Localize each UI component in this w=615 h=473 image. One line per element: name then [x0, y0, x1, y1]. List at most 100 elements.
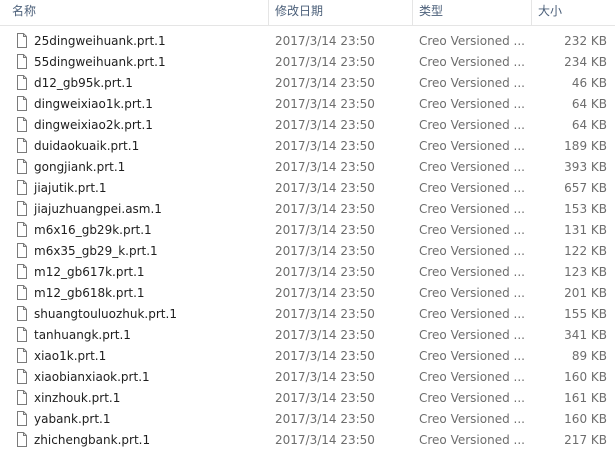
file-name: gongjiank.prt.1: [34, 160, 126, 174]
file-modified-date: 2017/3/14 23:50: [275, 76, 375, 90]
file-modified-date: 2017/3/14 23:50: [275, 97, 375, 111]
file-modified-date: 2017/3/14 23:50: [275, 160, 375, 174]
column-header-type[interactable]: 类型: [419, 0, 524, 25]
file-size: 64 KB: [571, 97, 607, 111]
file-size: 155 KB: [564, 307, 607, 321]
file-type: Creo Versioned ...: [419, 160, 525, 174]
file-modified-date: 2017/3/14 23:50: [275, 286, 375, 300]
file-row[interactable]: xiao1k.prt.1 2017/3/14 23:50 Creo Versione…: [0, 346, 615, 367]
file-row[interactable]: gongjiank.prt.1 2017/3/14 23:50 Creo Versi…: [0, 157, 615, 178]
file-row[interactable]: tanhuangk.prt.1 2017/3/14 23:50 Creo Versi…: [0, 325, 615, 346]
file-icon: [17, 54, 27, 69]
file-row[interactable]: xiaobianxiaok.prt.1 2017/3/14 23:50 Creo V…: [0, 367, 615, 388]
file-modified-date: 2017/3/14 23:50: [275, 244, 375, 258]
file-row[interactable]: dingweixiao2k.prt.1 2017/3/14 23:50 Creo V…: [0, 115, 615, 136]
file-row[interactable]: shuangtouluozhuk.prt.1 2017/3/14 23:50 Cre…: [0, 304, 615, 325]
file-icon: [17, 285, 27, 300]
file-icon: [17, 33, 27, 48]
file-row[interactable]: jiajutik.prt.1 2017/3/14 23:50 Creo Versio…: [0, 178, 615, 199]
file-type: Creo Versioned ...: [419, 265, 525, 279]
file-size: 161 KB: [564, 391, 607, 405]
file-icon: [17, 264, 27, 279]
file-size: 201 KB: [564, 286, 607, 300]
file-icon: [17, 180, 27, 195]
file-type: Creo Versioned ...: [419, 202, 525, 216]
file-name: dingweixiao2k.prt.1: [34, 118, 153, 132]
file-modified-date: 2017/3/14 23:50: [275, 34, 375, 48]
column-divider[interactable]: [268, 0, 269, 25]
file-icon: [17, 75, 27, 90]
file-type: Creo Versioned ...: [419, 55, 525, 69]
file-row[interactable]: dingweixiao1k.prt.1 2017/3/14 23:50 Creo V…: [0, 94, 615, 115]
file-row[interactable]: m12_gb618k.prt.1 2017/3/14 23:50 Creo Vers…: [0, 283, 615, 304]
file-type: Creo Versioned ...: [419, 181, 525, 195]
file-name: duidaokuaik.prt.1: [34, 139, 140, 153]
file-modified-date: 2017/3/14 23:50: [275, 412, 375, 426]
file-list: 25dingweihuank.prt.1 2017/3/14 23:50 Creo …: [0, 31, 615, 451]
file-modified-date: 2017/3/14 23:50: [275, 202, 375, 216]
file-row[interactable]: xinzhouk.prt.1 2017/3/14 23:50 Creo Versio…: [0, 388, 615, 409]
file-row[interactable]: jiajuzhuangpei.asm.1 2017/3/14 23:50 Creo …: [0, 199, 615, 220]
file-icon: [17, 432, 27, 447]
file-row[interactable]: 55dingweihuank.prt.1 2017/3/14 23:50 Creo …: [0, 52, 615, 73]
file-modified-date: 2017/3/14 23:50: [275, 370, 375, 384]
file-row[interactable]: m6x16_gb29k.prt.1 2017/3/14 23:50 Creo Ver…: [0, 220, 615, 241]
column-header-size[interactable]: 大小: [538, 0, 608, 25]
file-type: Creo Versioned ...: [419, 370, 525, 384]
file-name: 55dingweihuank.prt.1: [34, 55, 166, 69]
file-type: Creo Versioned ...: [419, 139, 525, 153]
column-header-date[interactable]: 修改日期: [275, 0, 405, 25]
column-divider[interactable]: [412, 0, 413, 25]
file-icon: [17, 201, 27, 216]
file-row[interactable]: d12_gb95k.prt.1 2017/3/14 23:50 Creo Versi…: [0, 73, 615, 94]
file-type: Creo Versioned ...: [419, 34, 525, 48]
file-name: m6x16_gb29k.prt.1: [34, 223, 152, 237]
file-modified-date: 2017/3/14 23:50: [275, 181, 375, 195]
file-icon: [17, 390, 27, 405]
file-size: 657 KB: [564, 181, 607, 195]
file-name: xinzhouk.prt.1: [34, 391, 121, 405]
file-row[interactable]: yabank.prt.1 2017/3/14 23:50 Creo Versione…: [0, 409, 615, 430]
file-name: m12_gb618k.prt.1: [34, 286, 145, 300]
file-row[interactable]: m6x35_gb29_k.prt.1 2017/3/14 23:50 Creo Ve…: [0, 241, 615, 262]
file-icon: [17, 369, 27, 384]
file-name: yabank.prt.1: [34, 412, 111, 426]
file-type: Creo Versioned ...: [419, 433, 525, 447]
file-size: 160 KB: [564, 412, 607, 426]
file-row[interactable]: duidaokuaik.prt.1 2017/3/14 23:50 Creo Ver…: [0, 136, 615, 157]
file-type: Creo Versioned ...: [419, 97, 525, 111]
file-modified-date: 2017/3/14 23:50: [275, 391, 375, 405]
file-type: Creo Versioned ...: [419, 76, 525, 90]
file-name: jiajutik.prt.1: [34, 181, 107, 195]
file-name: jiajuzhuangpei.asm.1: [34, 202, 162, 216]
file-modified-date: 2017/3/14 23:50: [275, 118, 375, 132]
column-divider[interactable]: [531, 0, 532, 25]
file-type: Creo Versioned ...: [419, 244, 525, 258]
file-modified-date: 2017/3/14 23:50: [275, 349, 375, 363]
file-size: 160 KB: [564, 370, 607, 384]
column-header-name[interactable]: 名称: [12, 0, 267, 25]
file-icon: [17, 138, 27, 153]
file-icon: [17, 243, 27, 258]
file-modified-date: 2017/3/14 23:50: [275, 223, 375, 237]
file-size: 46 KB: [571, 76, 607, 90]
file-icon: [17, 159, 27, 174]
file-size: 234 KB: [564, 55, 607, 69]
file-row[interactable]: zhichengbank.prt.1 2017/3/14 23:50 Creo Ve…: [0, 430, 615, 451]
file-row[interactable]: m12_gb617k.prt.1 2017/3/14 23:50 Creo Vers…: [0, 262, 615, 283]
file-row[interactable]: 25dingweihuank.prt.1 2017/3/14 23:50 Creo …: [0, 31, 615, 52]
file-size: 189 KB: [564, 139, 607, 153]
file-name: m12_gb617k.prt.1: [34, 265, 145, 279]
file-icon: [17, 411, 27, 426]
file-icon: [17, 117, 27, 132]
file-modified-date: 2017/3/14 23:50: [275, 328, 375, 342]
file-name: tanhuangk.prt.1: [34, 328, 131, 342]
file-modified-date: 2017/3/14 23:50: [275, 265, 375, 279]
file-icon: [17, 222, 27, 237]
file-type: Creo Versioned ...: [419, 391, 525, 405]
file-name: 25dingweihuank.prt.1: [34, 34, 166, 48]
file-icon: [17, 327, 27, 342]
file-size: 64 KB: [571, 118, 607, 132]
file-name: m6x35_gb29_k.prt.1: [34, 244, 158, 258]
file-type: Creo Versioned ...: [419, 118, 525, 132]
